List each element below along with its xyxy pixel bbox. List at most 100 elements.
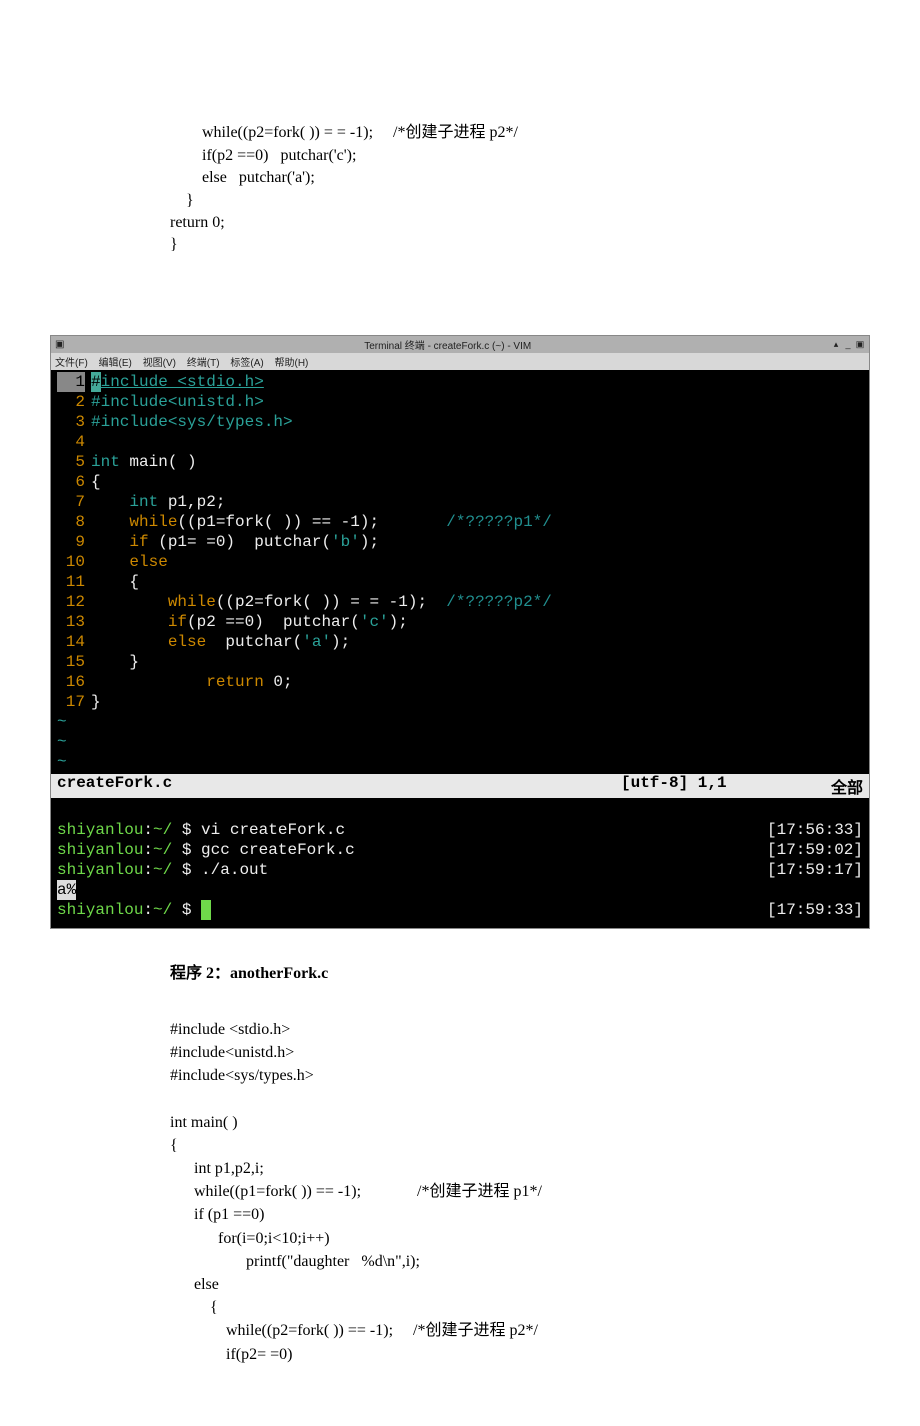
code-text: ((p2=fork( )) = = -1); [216, 592, 446, 612]
shell-row: shiyanlou:~/ $ gcc createFork.c [17:59:0… [57, 840, 863, 860]
document-page: while((p2=fork( )) = = -1); /*创建子进程 p2*/… [0, 0, 920, 317]
shell-time: [17:59:33] [763, 900, 863, 920]
code-line: } [170, 192, 194, 209]
terminal-title: Terminal 终端 - createFork.c (~) - VIM [64, 337, 831, 352]
code-text: while [129, 512, 177, 532]
vim-position: [utf-8] 1,1 [621, 774, 831, 798]
vim-tilde: ~ [57, 732, 67, 752]
shell-output: a% [57, 880, 76, 900]
menu-tabs[interactable]: 标签(A) [230, 358, 263, 369]
line-number: 8 [57, 512, 85, 532]
code-text: int [129, 492, 158, 512]
menu-file[interactable]: 文件(F) [55, 358, 88, 369]
shell-cmd: gcc createFork.c [201, 841, 355, 859]
shell-cmd: vi createFork.c [201, 821, 345, 839]
code-line: if (p1 ==0) [170, 1206, 264, 1223]
close-icon[interactable]: ▣ [855, 339, 865, 349]
line-number: 16 [57, 672, 85, 692]
menu-help[interactable]: 帮助(H) [275, 358, 309, 369]
code-text: int [91, 452, 120, 472]
code-text: while [168, 592, 216, 612]
line-number: 11 [57, 572, 85, 592]
code-text: p1,p2; [158, 492, 225, 512]
code-line: int p1,p2,i; [170, 1160, 264, 1177]
terminal-menubar: 文件(F) 编辑(E) 视图(V) 终端(T) 标签(A) 帮助(H) [51, 353, 869, 370]
vim-filename: createFork.c [57, 774, 621, 798]
code-text: ((p1=fork( )) == -1); [177, 512, 446, 532]
code-text: ); [360, 532, 379, 552]
code-text: #include<unistd.h> [91, 392, 264, 412]
menu-view[interactable]: 视图(V) [143, 358, 176, 369]
shell-area[interactable]: shiyanlou:~/ $ vi createFork.c [17:56:33… [51, 798, 869, 928]
code-text: } [129, 652, 139, 672]
shell-prompt-row: shiyanlou:~/ $ [17:59:33] [57, 900, 863, 920]
maximize-icon[interactable]: _ [843, 339, 853, 349]
code-text: include <stdio.h> [101, 372, 264, 392]
code-line: for(i=0;i<10;i++) [170, 1230, 330, 1247]
minimize-icon[interactable]: ▴ [831, 339, 841, 349]
code-text: 0; [264, 672, 293, 692]
code-text: } [91, 692, 101, 712]
code-line: else putchar('a'); [170, 169, 315, 186]
code-line: while((p2=fork( )) == -1); /*创建子进程 p2*/ [170, 1322, 538, 1339]
vim-tilde: ~ [57, 752, 67, 772]
code-line: if(p2= =0) [170, 1346, 292, 1363]
code-string: 'c' [360, 612, 389, 632]
code-line: while((p2=fork( )) = = -1); /*创建子进程 p2*/ [170, 124, 518, 141]
vim-cursor: # [91, 372, 101, 392]
code-comment: /*?????p1*/ [446, 512, 552, 532]
vim-status-bar: createFork.c [utf-8] 1,1 全部 [51, 774, 869, 798]
line-number: 14 [57, 632, 85, 652]
shell-path: ~/ [153, 821, 172, 839]
code-line: printf("daughter %d\n",i); [170, 1253, 420, 1270]
line-number: 4 [57, 432, 85, 452]
line-number: 12 [57, 592, 85, 612]
line-number: 10 [57, 552, 85, 572]
code-text: main( ) [120, 452, 197, 472]
terminal-window: ▣ Terminal 终端 - createFork.c (~) - VIM ▴… [50, 335, 870, 929]
line-number: 17 [57, 692, 85, 712]
document-page-lower: 程序 2：anotherFork.c #include <stdio.h> #i… [0, 959, 920, 1426]
vim-tilde: ~ [57, 712, 67, 732]
code-line: #include<unistd.h> [170, 1044, 294, 1061]
code-comment: /*?????p2*/ [446, 592, 552, 612]
code-text: { [129, 572, 139, 592]
code-line: } [170, 236, 178, 253]
code-line: #include <stdio.h> [170, 1021, 290, 1038]
shell-time: [17:56:33] [763, 820, 863, 840]
code-line: if(p2 ==0) putchar('c'); [170, 147, 356, 164]
top-code-snippet: while((p2=fork( )) = = -1); /*创建子进程 p2*/… [170, 0, 870, 257]
shell-output-row: a% [57, 880, 863, 900]
shell-host: shiyanlou [57, 821, 143, 839]
code-text: if [129, 532, 148, 552]
code-text: ); [389, 612, 408, 632]
menu-terminal[interactable]: 终端(T) [187, 358, 220, 369]
code-text: (p2 ==0) putchar( [187, 612, 360, 632]
code-text: return [206, 672, 264, 692]
line-number: 13 [57, 612, 85, 632]
shell-row: shiyanlou:~/ $ vi createFork.c [17:56:33… [57, 820, 863, 840]
line-number: 7 [57, 492, 85, 512]
code-line: int main( ) [170, 1114, 238, 1131]
code-text: (p1= =0) putchar( [149, 532, 331, 552]
code-text: else [129, 552, 167, 572]
terminal-titlebar: ▣ Terminal 终端 - createFork.c (~) - VIM ▴… [51, 336, 869, 353]
shell-cmd: ./a.out [201, 861, 268, 879]
code-line: return 0; [170, 214, 225, 231]
line-number: 3 [57, 412, 85, 432]
code-line: while((p1=fork( )) == -1); /*创建子进程 p1*/ [170, 1183, 542, 1200]
code-line: #include<sys/types.h> [170, 1067, 314, 1084]
code-text: putchar( [206, 632, 302, 652]
vim-all: 全部 [831, 774, 863, 798]
line-number: 15 [57, 652, 85, 672]
line-number: 9 [57, 532, 85, 552]
line-number: 1 [57, 372, 85, 392]
code-line: { [170, 1137, 178, 1154]
line-number: 6 [57, 472, 85, 492]
window-buttons: ▴ _ ▣ [831, 339, 865, 349]
menu-edit[interactable]: 编辑(E) [99, 358, 132, 369]
vim-editor[interactable]: 1#include <stdio.h> 2#include<unistd.h> … [51, 370, 869, 774]
shell-cursor [201, 900, 211, 920]
shell-time: [17:59:17] [763, 860, 863, 880]
code-text: else [168, 632, 206, 652]
